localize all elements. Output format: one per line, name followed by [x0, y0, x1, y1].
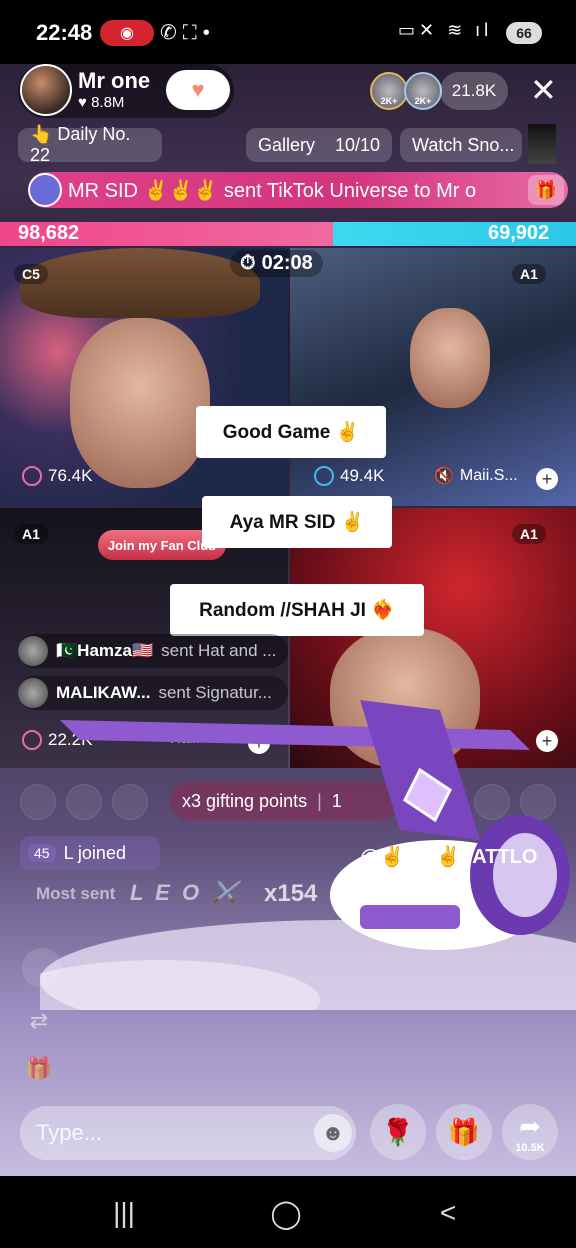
share-count: 10.5K	[515, 1141, 545, 1154]
tile-score: 22.2K	[22, 730, 92, 750]
tile-score-value: 22.2K	[48, 730, 93, 749]
watch-chip[interactable]: Watch Sno...	[400, 128, 522, 162]
guest-video-tile[interactable]: C5 76.4K	[0, 248, 288, 506]
ghost-avatar	[66, 784, 102, 820]
tile-host-name: Haill	[170, 730, 200, 747]
tile-rank-badge: A1	[14, 524, 48, 544]
battle-score-right: 69,902	[488, 222, 550, 244]
daily-rank-chip[interactable]: 👆 Daily No. 22	[18, 124, 162, 165]
host-likes: ♥ 8.8M	[78, 94, 125, 111]
notification-icons: ✆⛶•	[160, 22, 216, 44]
ghost-avatar	[20, 784, 56, 820]
comment-placeholder: Type...	[36, 1120, 103, 1145]
home-button[interactable]: ◯	[266, 1194, 306, 1232]
sender-avatar	[18, 636, 48, 666]
score-icon	[314, 466, 334, 486]
gifting-points-text: x3 gifting points	[182, 790, 308, 811]
guest-video-tile[interactable]: A1 49.4K 🔇 Maii.S... +	[290, 248, 576, 506]
tile-host-label: 🔇 Maii.S...	[434, 466, 518, 486]
gift-banner-text: MR SID ✌️✌️✌️ sent TikTok Universe to Mr…	[68, 179, 477, 202]
comment-input[interactable]: Type...	[20, 1106, 356, 1160]
tile-host-name: Maii.S...	[459, 467, 518, 484]
mention-subtext: CM	[434, 878, 462, 898]
sender-name: 🇵🇰Hamza🇺🇸	[56, 641, 154, 660]
gift-box-icon: 🎁	[528, 175, 564, 205]
top-viewers[interactable]: 2K+ 2K+	[370, 72, 442, 110]
score-icon	[22, 466, 42, 486]
score-icon	[22, 730, 42, 750]
status-time: 22:48	[36, 20, 93, 45]
guest-face	[330, 628, 480, 768]
cowboy-hat	[20, 248, 260, 318]
guest-face	[410, 308, 490, 408]
timer-icon: ⏱	[240, 252, 256, 274]
back-button[interactable]: <	[428, 1194, 468, 1232]
close-icon[interactable]: ✕	[530, 74, 557, 106]
tile-rank-badge: A1	[512, 524, 546, 544]
tile-score-value: 49.4K	[340, 466, 385, 485]
gift-action: sent Hat and ...	[161, 641, 277, 660]
rose-gift-button[interactable]: 🌹	[370, 1104, 426, 1160]
heart-icon: ♥	[191, 77, 205, 102]
add-icon[interactable]: +	[536, 730, 558, 752]
watch-thumbnail[interactable]	[528, 124, 556, 164]
gift-banner[interactable]: MR SID ✌️✌️✌️ sent TikTok Universe to Mr…	[28, 172, 568, 208]
gift-button[interactable]: 🎁	[436, 1104, 492, 1160]
gift-box-icon[interactable]: 🎁	[22, 1052, 56, 1086]
comment-bubble: Random //SHAH JI ❤️‍🔥	[170, 584, 424, 636]
gallery-label: Gallery	[258, 134, 316, 155]
gift-action: sent Signatur...	[158, 683, 272, 702]
ghost-avatar	[520, 784, 556, 820]
tile-rank-badge: A1	[512, 264, 546, 284]
ghost-avatar	[112, 784, 148, 820]
most-sent-label: Most sent	[36, 884, 116, 903]
add-icon[interactable]: +	[536, 468, 558, 490]
share-icon: ➦	[519, 1110, 541, 1141]
gifting-points-value: 1	[331, 790, 342, 811]
system-status-icons: ▭✕ ≋ ıl	[398, 20, 493, 40]
joined-text: L joined	[63, 842, 126, 863]
recent-apps-button[interactable]: |||	[104, 1194, 144, 1232]
comment-bubble: Aya MR SID ✌️	[202, 496, 392, 548]
guest-face	[70, 318, 210, 488]
gallery-chip[interactable]: Gallery 10/10	[246, 128, 392, 162]
timer-value: 02:08	[261, 252, 313, 274]
top-viewer-avatar[interactable]: 2K+	[370, 72, 408, 110]
battle-timer: ⏱ 02:08	[230, 250, 323, 277]
battery-indicator: 66	[506, 22, 542, 44]
repost-icon[interactable]: ⇄	[22, 1004, 56, 1038]
tile-score: 49.4K	[314, 466, 384, 486]
screen-record-icon: ◉	[100, 20, 154, 46]
gallery-count: 10/10	[334, 134, 380, 155]
tile-host-label: Haill	[170, 730, 199, 747]
comment-bubble: Good Game ✌️	[196, 406, 386, 458]
level-badge: 45	[28, 844, 56, 862]
gift-notification[interactable]: 🇵🇰Hamza🇺🇸 sent Hat and ...	[18, 634, 288, 668]
user-joined-notice: 45 L joined	[20, 836, 160, 870]
host-name: Mr one	[78, 68, 151, 93]
share-button[interactable]: ➦ 10.5K	[502, 1104, 558, 1160]
ghost-avatar	[474, 784, 510, 820]
follow-heart-button[interactable]: ♥	[166, 70, 230, 110]
most-sent-count: x154	[264, 880, 318, 907]
tile-score-value: 76.4K	[48, 466, 93, 485]
tile-score: 76.4K	[22, 466, 92, 486]
sender-name: MALIKAW...	[56, 683, 151, 702]
sender-avatar	[28, 173, 62, 207]
divider: |	[317, 790, 322, 811]
gifting-points-bar[interactable]: x3 gifting points | 1	[170, 782, 400, 820]
add-icon[interactable]: +	[248, 732, 270, 754]
sender-avatar	[18, 678, 48, 708]
emoji-icon[interactable]: ☻	[314, 1114, 352, 1152]
user-avatar-icon[interactable]	[22, 948, 62, 988]
viewer-count[interactable]: 21.8K	[440, 72, 508, 110]
tile-rank-badge: C5	[14, 264, 48, 284]
top-viewer-avatar[interactable]: 2K+	[404, 72, 442, 110]
most-sent-name: L E O ⚔️	[130, 880, 242, 905]
gift-notification[interactable]: MALIKAW... sent Signatur...	[18, 676, 288, 710]
host-avatar[interactable]	[20, 64, 72, 116]
mute-icon: 🔇	[434, 468, 454, 485]
mention-text: @✌️MR✌️PATTLO	[360, 846, 538, 868]
battle-score-left: 98,682	[18, 222, 80, 244]
